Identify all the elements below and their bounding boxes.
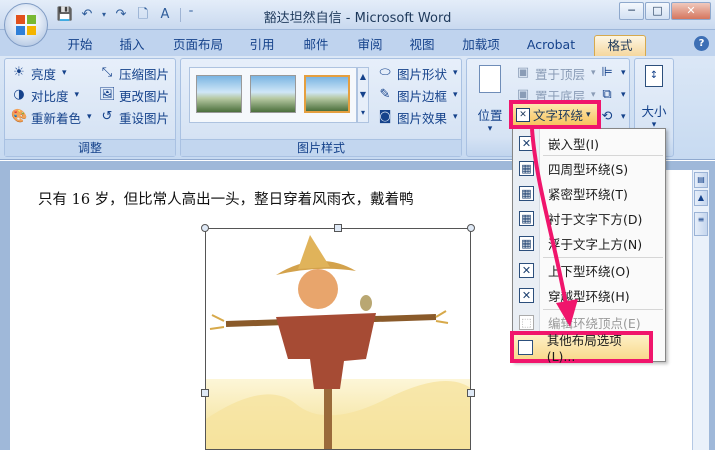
style-thumbnail[interactable] [250, 75, 296, 113]
scroll-up-button[interactable]: ▲ [694, 190, 708, 206]
scroll-thumb[interactable]: ≡ [694, 212, 708, 236]
menu-item-more-layout-options[interactable]: 其他布局选项(L)... [510, 331, 653, 364]
compress-pictures-button[interactable]: ⤡ 压缩图片 [99, 63, 169, 83]
document-text: 只有 16 岁，但比常人高出一头，整日穿着风雨衣，戴着鸭 [38, 192, 414, 208]
scarecrow-illustration [206, 235, 470, 449]
resize-handle[interactable] [467, 389, 475, 397]
layout-options-icon [517, 339, 533, 355]
position-icon [479, 65, 501, 93]
picture-styles-gallery [189, 67, 357, 123]
bring-front-icon: ▣ [516, 65, 530, 80]
contrast-button[interactable]: ◑ 对比度 [11, 85, 79, 105]
group-button[interactable]: ⧉ [599, 85, 626, 105]
chevron-down-icon: ▾ [586, 109, 591, 120]
adjust-group-label: 调整 [5, 139, 175, 156]
tab-format[interactable]: 格式 [594, 35, 646, 56]
tab-addins[interactable]: 加载项 [454, 35, 508, 56]
position-button[interactable]: 位置 ▾ [473, 63, 507, 137]
adjust-group: ☀亮度 ◑对比度 🎨重新着色 ⤡压缩图片 🖼更改图片 ↺重设图片 调整 [4, 58, 176, 157]
change-picture-button[interactable]: 🖼 更改图片 [99, 85, 169, 105]
border-pen-icon: ✎ [379, 87, 391, 102]
size-button[interactable]: ↕ 大小 ▾ [639, 63, 669, 130]
tab-mailings[interactable]: 邮件 [294, 35, 338, 56]
resize-handle[interactable] [201, 389, 209, 397]
rotate-button[interactable]: ⟲ [599, 107, 626, 127]
tab-home[interactable]: 开始 [58, 35, 102, 56]
title-bar: 💾 ↶ ▾ ↷ 🗋 A ⁼ 豁达坦然自信 - Microsoft Word ─ … [0, 0, 715, 30]
brightness-button[interactable]: ☀ 亮度 [11, 63, 67, 83]
tab-acrobat[interactable]: Acrobat [518, 35, 584, 56]
vertical-scrollbar[interactable]: ▤ ▲ ≡ [692, 170, 709, 450]
office-button[interactable] [4, 3, 48, 47]
office-logo-icon [16, 15, 37, 36]
resize-handle[interactable] [467, 224, 475, 232]
reset-picture-icon: ↺ [101, 109, 113, 124]
annotation-arrow [530, 128, 578, 327]
align-button[interactable]: ⊫ [599, 63, 626, 83]
ruler-toggle-icon[interactable]: ▤ [694, 172, 708, 188]
rotate-icon: ⟲ [601, 109, 613, 124]
ribbon-tabs: 开始 插入 页面布局 引用 邮件 审阅 视图 加载项 Acrobat 格式 ? [0, 30, 715, 56]
size-icon: ↕ [645, 65, 663, 87]
gallery-scroll[interactable]: ▲ ▼ ▾ [357, 67, 369, 123]
style-thumbnail-selected[interactable] [304, 75, 350, 113]
bring-to-front-button[interactable]: ▣ 置于顶层 [515, 63, 596, 83]
reset-picture-button[interactable]: ↺ 重设图片 [99, 107, 169, 127]
contrast-icon: ◑ [13, 87, 25, 102]
align-icon: ⊫ [601, 65, 613, 80]
help-icon[interactable]: ? [694, 36, 709, 51]
recolor-button[interactable]: 🎨 重新着色 [11, 107, 92, 127]
maximize-button[interactable]: □ [645, 2, 670, 20]
close-button[interactable]: ✕ [671, 2, 711, 20]
picture-shape-button[interactable]: ⬭ 图片形状 [377, 63, 458, 83]
window-controls: ─ □ ✕ [618, 2, 711, 20]
compress-icon: ⤡ [101, 65, 113, 80]
tab-review[interactable]: 审阅 [348, 35, 392, 56]
effects-icon: ◙ [378, 109, 392, 124]
tab-references[interactable]: 引用 [240, 35, 284, 56]
tab-view[interactable]: 视图 [400, 35, 444, 56]
resize-handle[interactable] [334, 224, 342, 232]
brightness-icon: ☀ [13, 65, 25, 80]
scarecrow-picture[interactable] [205, 228, 471, 450]
picture-styles-group-label: 图片样式 [181, 139, 461, 156]
picture-effects-button[interactable]: ◙ 图片效果 [377, 107, 458, 127]
chevron-down-icon: ▾ [487, 124, 493, 134]
shape-icon: ⬭ [379, 65, 391, 80]
change-picture-icon: 🖼 [99, 87, 116, 102]
minimize-button[interactable]: ─ [619, 2, 644, 20]
resize-handle[interactable] [201, 224, 209, 232]
wrap-text-icon: ✕ [516, 107, 530, 122]
group-icon: ⧉ [602, 87, 612, 102]
recolor-icon: 🎨 [11, 109, 28, 124]
picture-styles-group: ▲▼▾ ⬭图片形状 ✎图片边框 ◙图片效果 图片样式 [180, 58, 462, 157]
tab-page-layout[interactable]: 页面布局 [166, 35, 230, 56]
window-title: 豁达坦然自信 - Microsoft Word [263, 11, 452, 26]
style-thumbnail[interactable] [196, 75, 242, 113]
picture-border-button[interactable]: ✎ 图片边框 [377, 85, 458, 105]
tab-insert[interactable]: 插入 [110, 35, 154, 56]
